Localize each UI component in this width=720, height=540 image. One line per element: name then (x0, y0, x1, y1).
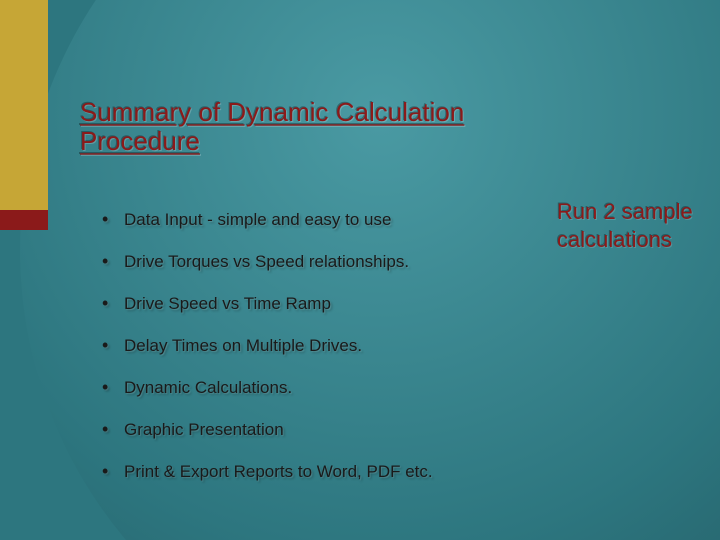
sidebar-note: Run 2 sample calculations (557, 198, 720, 253)
list-item: Drive Torques vs Speed relationships. (98, 252, 528, 272)
left-accent-bar (0, 0, 48, 540)
left-accent-gold (0, 0, 48, 210)
bullet-list: Data Input - simple and easy to use Driv… (98, 210, 528, 504)
left-accent-red (0, 210, 48, 230)
slide-content: Summary of Dynamic Calculation Procedure… (48, 0, 720, 540)
list-item: Delay Times on Multiple Drives. (98, 336, 528, 356)
list-item: Graphic Presentation (98, 420, 528, 440)
list-item: Dynamic Calculations. (98, 378, 528, 398)
slide-title: Summary of Dynamic Calculation Procedure (80, 98, 510, 156)
list-item: Drive Speed vs Time Ramp (98, 294, 528, 314)
list-item: Data Input - simple and easy to use (98, 210, 528, 230)
list-item: Print & Export Reports to Word, PDF etc. (98, 462, 528, 482)
